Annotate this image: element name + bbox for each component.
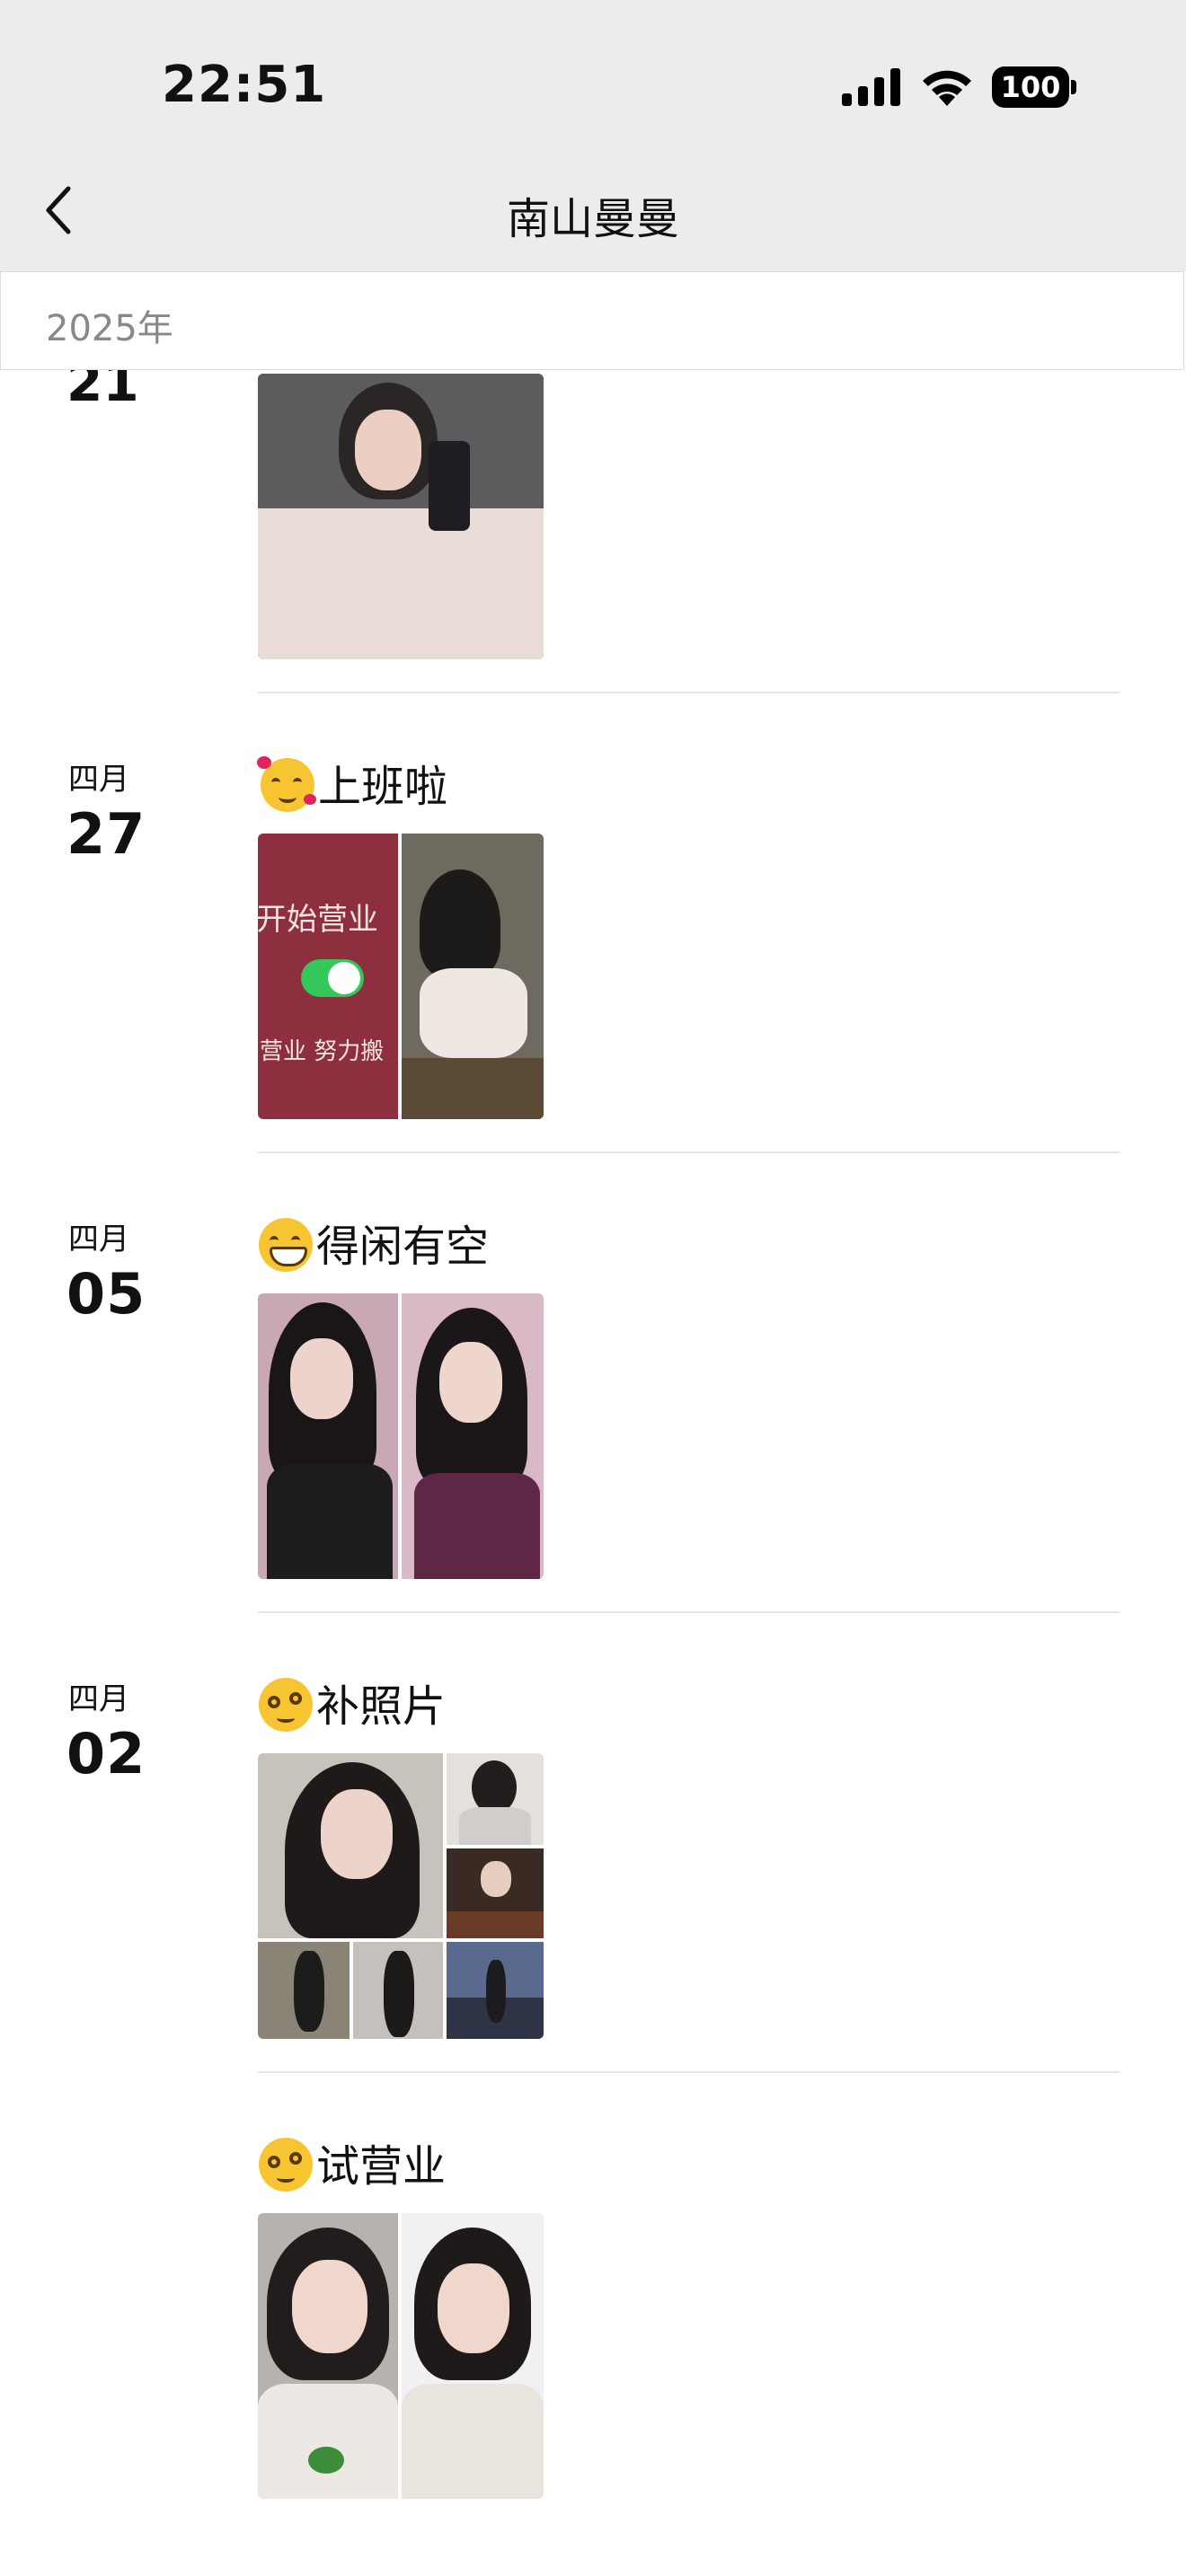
post-photo-grid[interactable]: 开始营业 营业 努力搬 — [258, 834, 544, 1119]
battery-icon: 100 — [992, 66, 1078, 108]
photo-caption: 营业 努力搬 — [260, 1038, 385, 1065]
post-photo[interactable] — [258, 1293, 398, 1579]
post-photo[interactable] — [258, 1753, 443, 1938]
back-chevron-icon[interactable] — [40, 181, 79, 239]
year-label: 2025年 — [46, 308, 173, 349]
toggle-switch-image — [301, 959, 364, 997]
status-time: 22:51 — [162, 56, 327, 114]
post-photo[interactable] — [402, 2213, 544, 2499]
post-month: 四月 — [68, 1681, 129, 1717]
wifi-icon — [923, 70, 971, 106]
grinning-face-emoji-icon — [259, 1218, 313, 1272]
post-photo[interactable] — [258, 374, 544, 659]
woozy-face-emoji-icon — [259, 2138, 313, 2192]
divider — [258, 692, 1120, 693]
divider — [258, 1611, 1120, 1613]
post-photo[interactable] — [402, 834, 544, 1119]
post-title[interactable]: 补照片 — [259, 1671, 446, 1734]
post-photo[interactable] — [447, 1753, 544, 1845]
post-title[interactable]: 试营业 — [259, 2130, 446, 2193]
post-photo[interactable] — [258, 1942, 350, 2039]
post-title-text: 得闲有空 — [316, 1222, 490, 1272]
post-title[interactable]: 上班啦 — [257, 751, 448, 814]
post-month: 四月 — [68, 1222, 129, 1257]
post-month: 四月 — [68, 762, 129, 798]
post-photo[interactable]: 开始营业 营业 努力搬 — [258, 834, 398, 1119]
divider — [258, 2071, 1120, 2073]
post-photo-grid[interactable] — [258, 1753, 544, 2039]
post-photo-grid[interactable] — [258, 1293, 544, 1579]
post-title[interactable]: 得闲有空 — [259, 1211, 489, 1274]
post-day: 02 — [66, 1721, 146, 1786]
page-title: 南山曼曼 — [506, 194, 679, 244]
post-photo[interactable] — [402, 1293, 544, 1579]
photo-caption: 开始营业 — [258, 902, 378, 938]
post-photo[interactable] — [447, 1942, 544, 2039]
year-header: 2025年 — [0, 271, 1184, 370]
smiling-face-with-hearts-emoji-icon — [257, 756, 316, 812]
post-title-text: 补照片 — [316, 1681, 447, 1732]
post-title-text: 上班啦 — [318, 762, 448, 812]
post-title-text: 试营业 — [316, 2141, 447, 2192]
divider — [258, 1151, 1120, 1153]
post-photo[interactable] — [353, 1942, 443, 2039]
post-photo[interactable] — [258, 2213, 398, 2499]
post-day: 27 — [66, 801, 146, 867]
battery-level: 100 — [992, 66, 1069, 108]
post-day: 05 — [66, 1261, 146, 1327]
woozy-face-emoji-icon — [259, 1678, 313, 1732]
post-photo-grid[interactable] — [258, 2213, 544, 2499]
cellular-signal-icon — [842, 68, 900, 106]
post-photo[interactable] — [447, 1848, 544, 1938]
